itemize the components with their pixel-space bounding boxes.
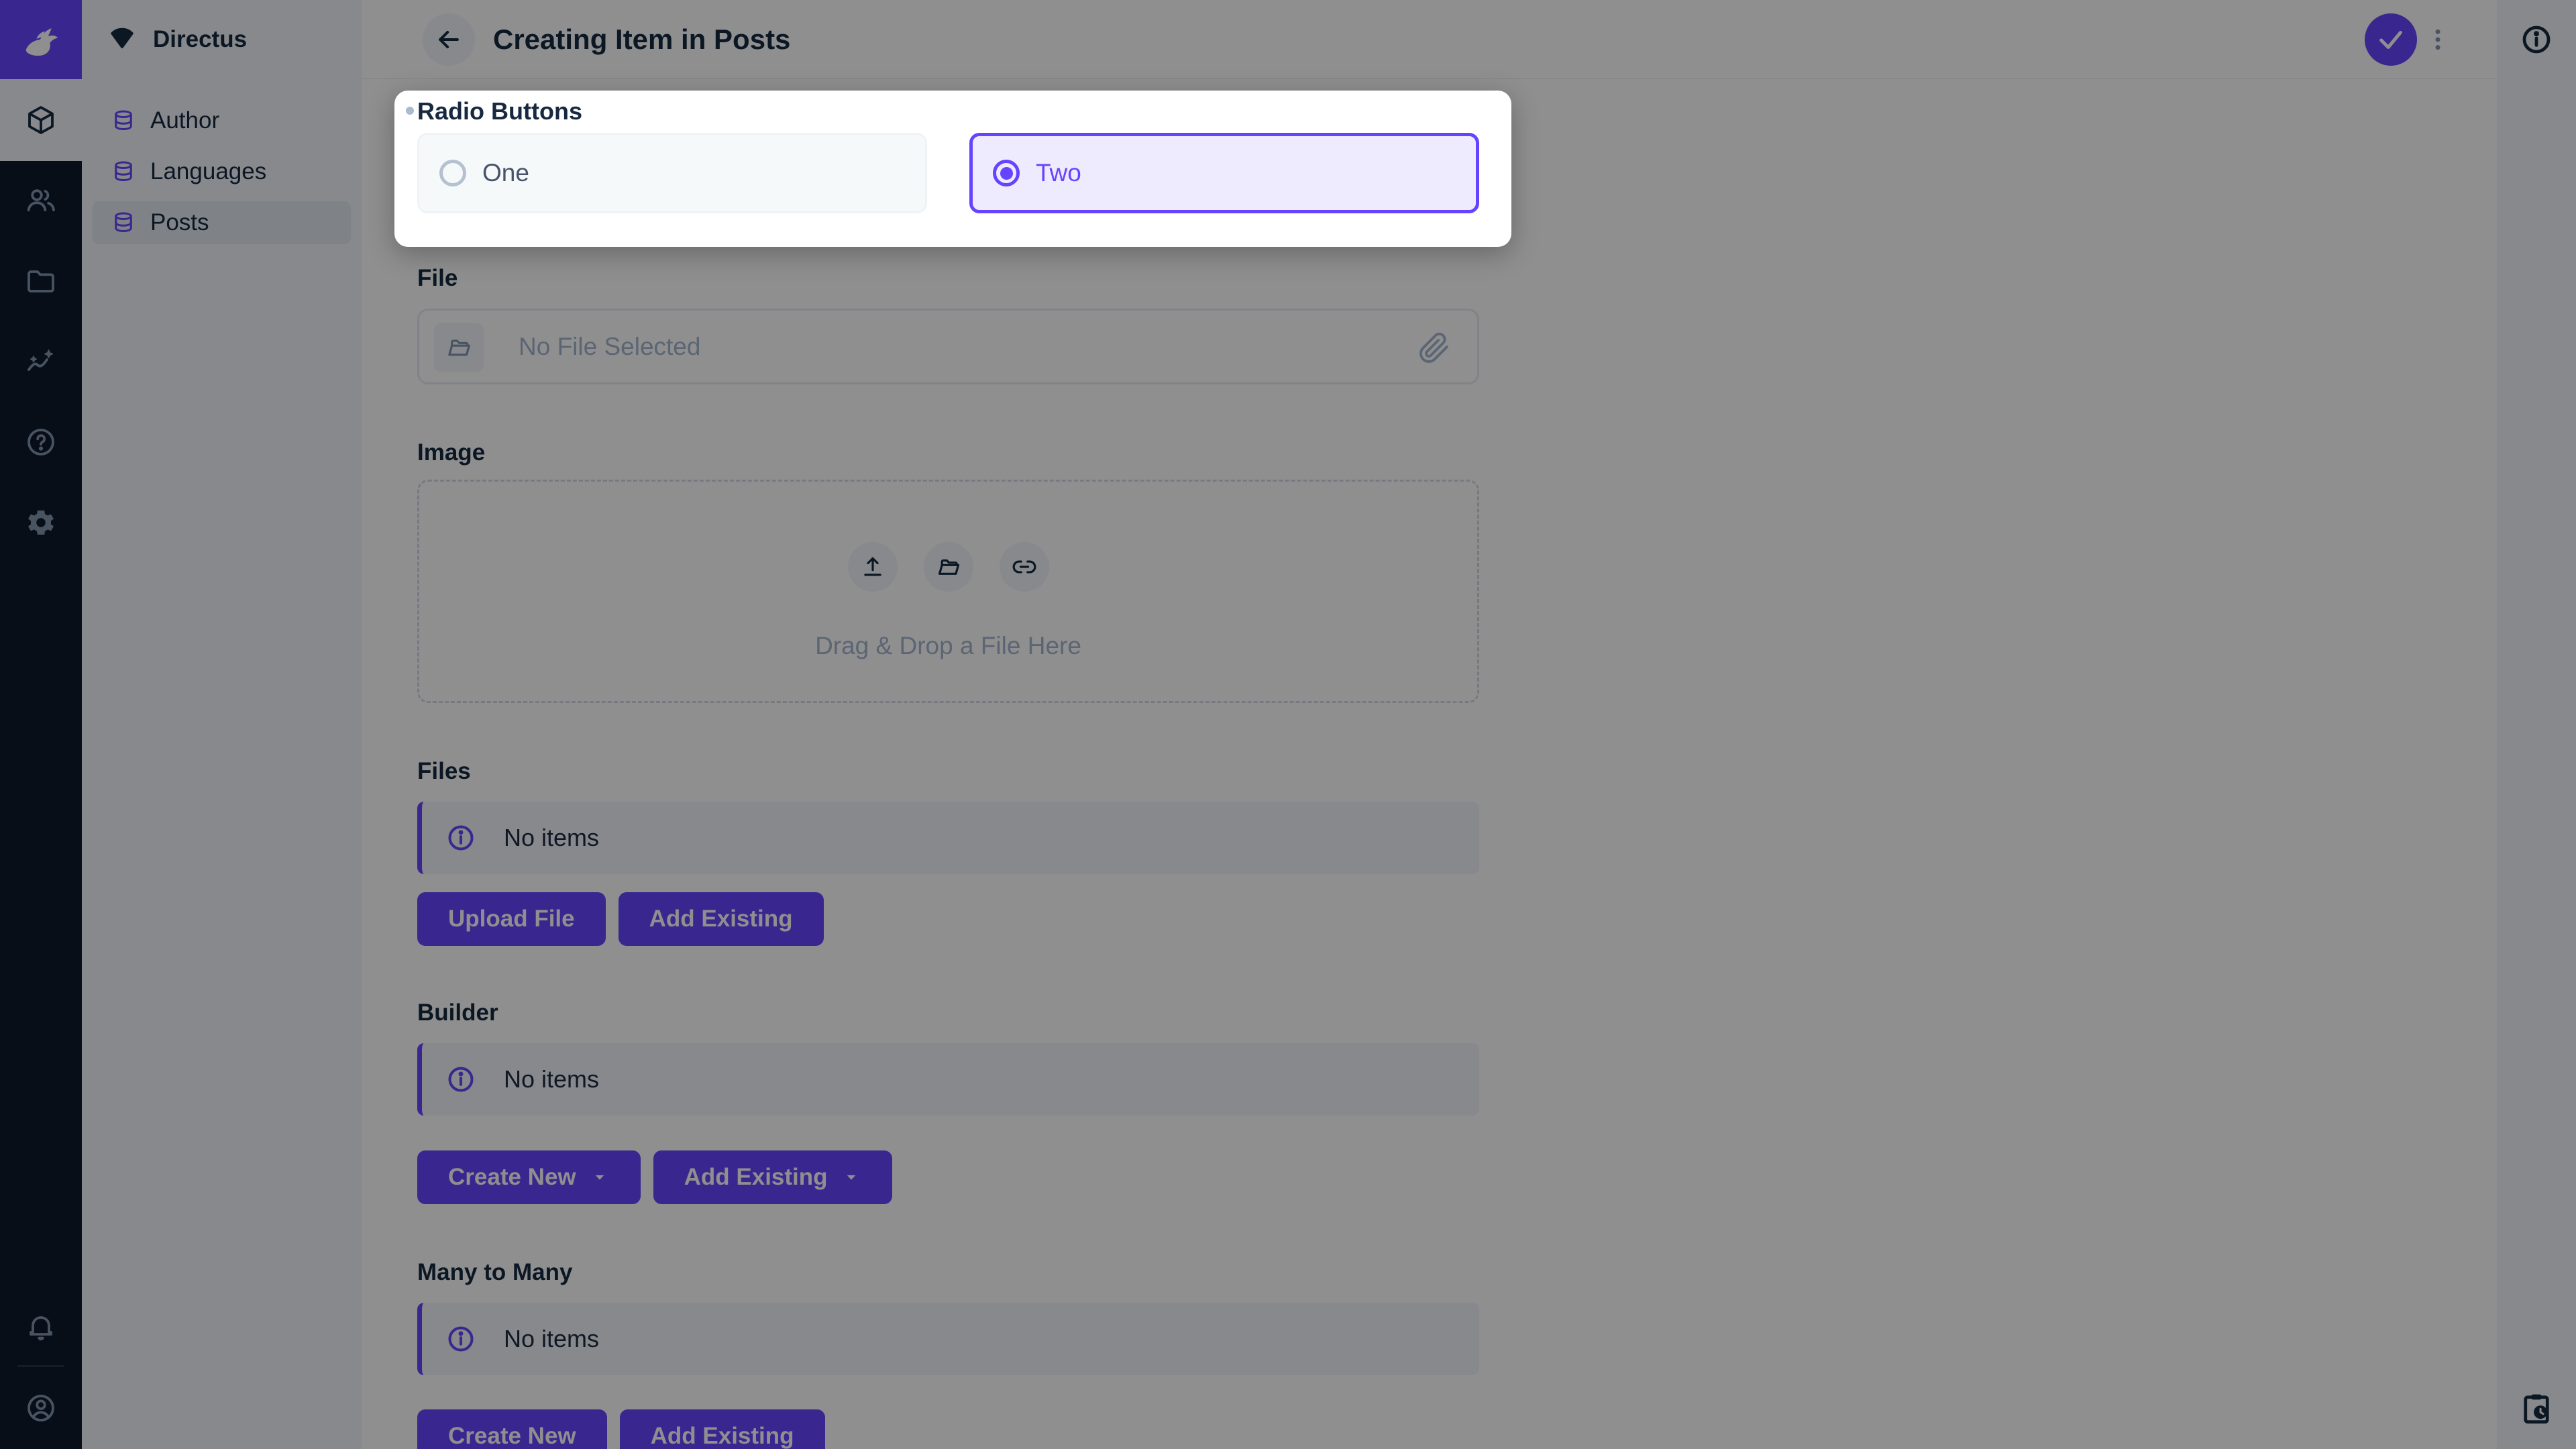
- radio-options: One Two: [417, 133, 1479, 213]
- radio-field-label: Radio Buttons: [417, 97, 582, 125]
- radio-option-one[interactable]: One: [417, 133, 927, 213]
- radio-buttons-field-card: Radio Buttons One Two: [394, 91, 1511, 247]
- edited-dot: [406, 107, 414, 115]
- radio-option-two[interactable]: Two: [969, 133, 1479, 213]
- radio-unchecked-icon: [439, 160, 466, 186]
- radio-checked-icon: [993, 160, 1020, 186]
